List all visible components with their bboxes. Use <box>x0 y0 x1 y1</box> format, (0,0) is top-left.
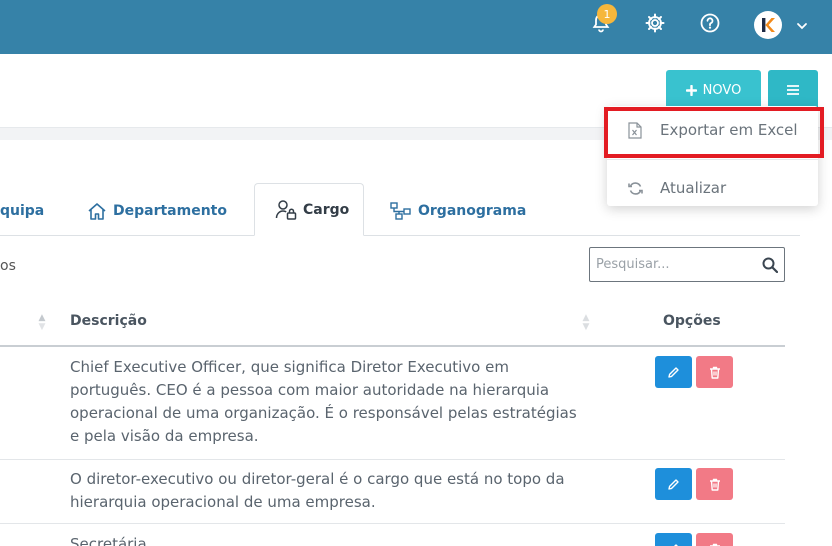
row-divider <box>0 459 785 460</box>
new-button[interactable]: NOVO <box>666 70 761 110</box>
menu-divider <box>607 159 818 160</box>
menu-button[interactable] <box>768 70 818 110</box>
notification-badge: 1 <box>597 4 617 24</box>
hamburger-icon <box>787 85 799 95</box>
trash-icon <box>709 543 720 546</box>
pencil-icon <box>668 366 679 378</box>
tab-label: Organograma <box>418 203 527 219</box>
table-row-description: Secretária <box>70 535 147 546</box>
search-input[interactable] <box>596 257 762 272</box>
tab-equipe[interactable]: quipa <box>0 196 44 226</box>
tab-cargo[interactable]: Cargo <box>254 183 365 236</box>
edit-button[interactable] <box>655 533 692 546</box>
search-icon[interactable] <box>762 257 778 273</box>
help-icon[interactable] <box>698 11 722 35</box>
tab-label: quipa <box>0 203 45 219</box>
sitemap-icon <box>390 202 411 220</box>
column-header-description[interactable]: Descrição <box>70 313 147 329</box>
pencil-icon <box>668 478 679 490</box>
gear-icon[interactable] <box>643 11 667 35</box>
edit-button[interactable] <box>655 356 692 388</box>
pencil-icon <box>673 543 679 546</box>
records-label: os <box>0 258 16 274</box>
plus-icon <box>685 84 697 96</box>
avatar[interactable] <box>754 11 782 39</box>
chevron-down-icon[interactable] <box>796 17 808 36</box>
home-icon <box>88 202 106 220</box>
sort-icon[interactable]: ▲ ▼ <box>581 314 591 332</box>
delete-button[interactable] <box>696 356 733 388</box>
new-button-label: NOVO <box>702 82 742 98</box>
trash-icon <box>709 478 720 491</box>
table-header-divider <box>0 345 785 347</box>
table-row-description: O diretor-executivo ou diretor-geral é o… <box>70 470 565 511</box>
menu-item-refresh[interactable]: Atualizar <box>607 168 818 208</box>
refresh-icon <box>627 179 643 197</box>
tab-label: Departamento <box>113 203 227 219</box>
delete-button[interactable] <box>696 533 733 546</box>
tab-label: Cargo <box>303 201 350 218</box>
tabs-divider <box>0 235 800 236</box>
sort-icon[interactable]: ▲ ▼ <box>37 314 47 332</box>
highlight-box <box>604 107 824 158</box>
edit-button[interactable] <box>655 468 692 500</box>
trash-icon <box>709 366 720 379</box>
column-header-options: Opções <box>663 313 721 329</box>
table-row-description: Chief Executive Officer, que significa D… <box>70 358 577 445</box>
search-box[interactable] <box>589 247 785 282</box>
row-divider <box>0 523 785 524</box>
tab-departamento[interactable]: Departamento <box>87 196 227 226</box>
menu-item-label: Atualizar <box>660 179 727 197</box>
tab-organograma[interactable]: Organograma <box>390 196 526 226</box>
user-lock-icon <box>275 199 297 220</box>
delete-button[interactable] <box>696 468 733 500</box>
